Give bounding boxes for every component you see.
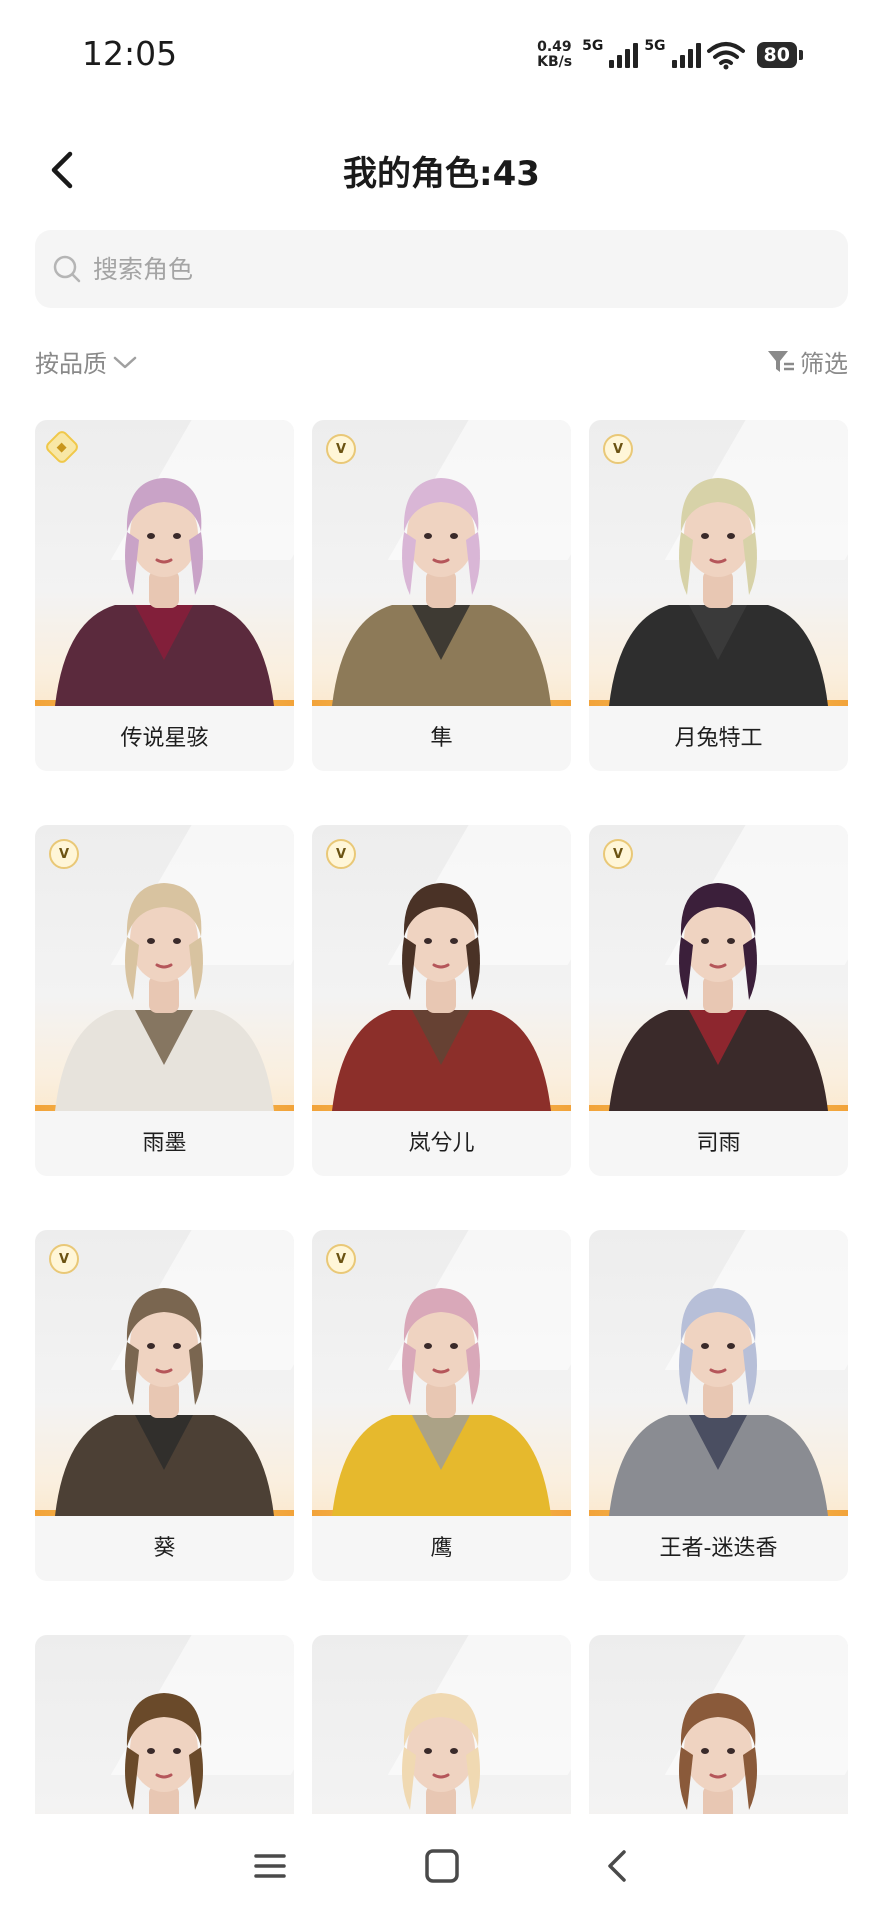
- v-badge-icon: V: [603, 434, 633, 464]
- system-nav-bar: [0, 1814, 883, 1920]
- sort-by-quality-dropdown[interactable]: 按品质: [35, 344, 139, 379]
- character-name: 月兔特工: [674, 726, 763, 751]
- status-icons: 0.49 KB/s 5G 5G 80: [537, 36, 803, 74]
- menu-icon[interactable]: [248, 1844, 292, 1888]
- search-input[interactable]: [91, 253, 795, 285]
- character-card[interactable]: V 月兔特工: [589, 420, 848, 771]
- character-card[interactable]: [589, 1635, 848, 1814]
- character-name: 司雨: [696, 1131, 741, 1156]
- search-icon: [53, 255, 81, 283]
- character-name: 隼: [430, 726, 453, 751]
- character-name: 传说星骇: [120, 726, 209, 751]
- character-grid: ◆ 传说星骇 V 隼 V 月兔特工 V 雨墨 V 岚兮儿 V 司雨 V 葵 V 鹰王者-迷迭香: [35, 420, 848, 1814]
- chevron-down-icon: [113, 356, 137, 368]
- character-name: 葵: [153, 1536, 176, 1561]
- character-figure: [55, 883, 274, 1111]
- character-name: 岚兮儿: [408, 1131, 475, 1156]
- status-bar: 12:05 0.49 KB/s 5G 5G 80: [0, 0, 883, 100]
- search-bar[interactable]: [35, 230, 848, 308]
- character-figure: [609, 1288, 828, 1516]
- character-figure: [609, 883, 828, 1111]
- network-speed-unit: KB/s: [537, 54, 573, 70]
- filter-button[interactable]: 筛选: [766, 344, 848, 379]
- character-portrait: [589, 1635, 848, 1814]
- filter-row: 按品质 筛选: [35, 344, 848, 384]
- network-speed: 0.49 KB/s: [537, 40, 572, 70]
- v-badge-icon: V: [49, 839, 79, 869]
- character-figure: [332, 883, 551, 1111]
- character-portrait: V: [312, 825, 571, 1111]
- page-title: 我的角色:43: [343, 154, 540, 194]
- network-speed-value: 0.49: [537, 39, 572, 55]
- signal-1-icon: [609, 42, 639, 68]
- character-portrait: V: [312, 1230, 571, 1516]
- character-figure: [332, 1288, 551, 1516]
- character-card[interactable]: 王者-迷迭香: [589, 1230, 848, 1581]
- character-card[interactable]: V鹰: [312, 1230, 571, 1581]
- v-badge-icon: V: [326, 839, 356, 869]
- character-name: 雨墨: [142, 1131, 187, 1156]
- character-figure: [679, 1693, 757, 1814]
- character-name: 鹰: [430, 1536, 453, 1561]
- character-card[interactable]: ◆ 传说星骇: [35, 420, 294, 771]
- v-badge-icon: V: [49, 1244, 79, 1274]
- status-time: 12:05: [82, 34, 178, 73]
- character-portrait: V: [312, 420, 571, 706]
- battery-icon: 80: [756, 42, 803, 68]
- character-figure: [125, 1693, 203, 1814]
- battery-level: 80: [756, 42, 797, 68]
- v-badge-icon: V: [326, 1244, 356, 1274]
- filter-funnel-icon: [768, 350, 794, 372]
- character-name: 王者-迷迭香: [659, 1536, 778, 1561]
- character-portrait: ◆: [35, 420, 294, 706]
- character-card[interactable]: V葵: [35, 1230, 294, 1581]
- v-badge-icon: V: [326, 434, 356, 464]
- signal-2-label: 5G: [644, 38, 666, 54]
- v-badge-icon: V: [603, 839, 633, 869]
- character-figure: [55, 478, 274, 706]
- character-portrait: V: [589, 825, 848, 1111]
- character-figure: [609, 478, 828, 706]
- filter-label: 筛选: [800, 350, 848, 378]
- home-square-icon[interactable]: [420, 1844, 464, 1888]
- character-card[interactable]: V 司雨: [589, 825, 848, 1176]
- character-portrait: [35, 1635, 294, 1814]
- character-card[interactable]: [35, 1635, 294, 1814]
- character-card[interactable]: V隼: [312, 420, 571, 771]
- character-portrait: [312, 1635, 571, 1814]
- character-portrait: V: [589, 420, 848, 706]
- character-figure: [332, 478, 551, 706]
- character-card[interactable]: [312, 1635, 571, 1814]
- header: 我的角色:43: [0, 130, 883, 210]
- signal-2-icon: [671, 42, 701, 68]
- wifi-icon: [706, 42, 745, 70]
- character-figure: [402, 1693, 480, 1814]
- back-chevron-icon[interactable]: [596, 1844, 640, 1888]
- character-card[interactable]: V 雨墨: [35, 825, 294, 1176]
- character-portrait: [589, 1230, 848, 1516]
- character-figure: [55, 1288, 274, 1516]
- signal-1-label: 5G: [582, 38, 604, 54]
- character-portrait: V: [35, 825, 294, 1111]
- sort-label: 按品质: [35, 350, 107, 378]
- character-portrait: V: [35, 1230, 294, 1516]
- character-card[interactable]: V 岚兮儿: [312, 825, 571, 1176]
